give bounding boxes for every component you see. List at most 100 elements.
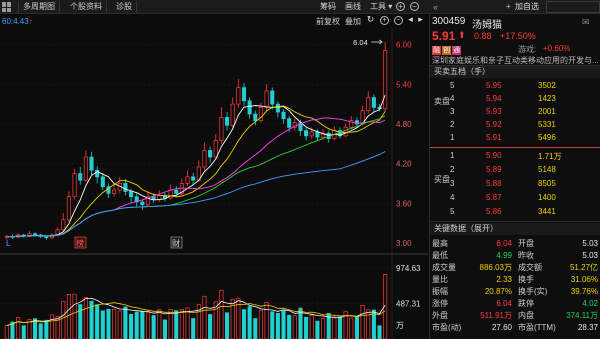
volume-bar (287, 314, 292, 339)
stock-info-button[interactable]: 个股资料 (66, 1, 107, 13)
volume-bar (106, 308, 111, 339)
volume-bar (151, 315, 156, 339)
kline-chart[interactable]: 6.00 5.40 4.80 4.20 3.60 3.00 974.63 487.31 万 6.… (0, 28, 428, 339)
candle-body (174, 189, 179, 194)
candle-body (230, 103, 235, 126)
volume-tick-label: 974.63 (396, 264, 421, 273)
volume-bar (185, 307, 190, 339)
ma60-value: 60:4.43 (2, 17, 29, 26)
candle-body (264, 90, 269, 108)
key-data-value: 5.03 (582, 239, 598, 248)
volume-bar (174, 310, 179, 339)
up-arrow-icon: ⬆ (458, 30, 466, 40)
tools-button[interactable]: 工具 ▾ (370, 1, 392, 13)
candle-body (315, 131, 320, 138)
event-marker-l: L (6, 239, 11, 248)
candle-body (157, 195, 162, 200)
bell-icon[interactable]: ✉ (582, 17, 590, 28)
chips-button[interactable]: 筹码 (320, 1, 336, 13)
candle-body (202, 150, 207, 168)
zoom-out-icon[interactable]: − (394, 16, 403, 25)
price-tick-label: 6.00 (396, 41, 412, 50)
next-arrow-icon[interactable]: ▸ (416, 15, 425, 25)
key-data-value: 20.87% (484, 287, 512, 296)
refresh-icon[interactable]: ↻ (366, 15, 375, 25)
volume-bar (304, 316, 309, 339)
sell-level: 4 (450, 94, 455, 103)
sector-label[interactable]: 游戏: (518, 44, 536, 55)
candle-body (213, 140, 218, 158)
tag-margin[interactable]: 融 (432, 46, 441, 55)
candle-body (208, 150, 213, 158)
grid-menu-icon[interactable] (2, 2, 12, 12)
stock-search-box[interactable] (546, 1, 600, 13)
high-arrow-icon (371, 39, 383, 45)
volume-bar (253, 318, 258, 339)
buy-level: 1 (450, 151, 455, 160)
volume-bar (321, 318, 326, 339)
key-data-value: 51.27亿 (569, 263, 598, 272)
prev-arrow-icon[interactable]: ◂ (406, 15, 415, 25)
candle-body (123, 183, 128, 192)
volume-bar (49, 314, 55, 339)
volume-tick-label: 487.31 (396, 300, 421, 309)
event-marker-rank: 榜 (76, 238, 84, 248)
price-tick-label: 4.80 (396, 120, 412, 129)
quote-panel: 300459 汤姆猫 ✉ 5.91 ⬆ 0.88 +17.50% 融创通 游戏:… (429, 14, 600, 339)
volume-bar (134, 311, 139, 339)
key-data-value: 511.91万 (480, 311, 512, 320)
key-data-value: 374.11万 (566, 311, 598, 320)
volume-bar (21, 325, 26, 339)
remove-circle-icon[interactable]: − (410, 2, 419, 11)
collapse-left-icon[interactable]: « (433, 1, 438, 13)
tag-chinext[interactable]: 创 (442, 46, 451, 55)
sell-price: 5.92 (486, 120, 502, 129)
key-data-value: 6.04 (496, 299, 512, 308)
candle-body (371, 97, 376, 108)
diagnose-button[interactable]: 诊股 (112, 1, 137, 13)
candle-body (247, 100, 252, 115)
overlay-toggle[interactable]: 叠加 (345, 16, 361, 27)
tag-connect[interactable]: 通 (452, 46, 461, 55)
volume-bar (202, 295, 207, 339)
buy-price: 5.87 (486, 193, 502, 202)
drawing-button[interactable]: 画线 (345, 1, 361, 13)
add-watchlist-button[interactable]: 加自选 (515, 1, 539, 13)
tools-label[interactable]: 工具 (370, 2, 386, 11)
volume-bar (129, 313, 134, 339)
ma60-up-arrow-icon: ↑ (28, 17, 33, 26)
sell-level: 3 (450, 107, 455, 116)
adjust-toggle[interactable]: 前复权 (316, 16, 340, 27)
volume-bar (225, 312, 230, 339)
zoom-in-icon[interactable]: + (380, 16, 389, 25)
price-axis: 6.00 5.40 4.80 4.20 3.60 3.00 974.63 487.31 万 (396, 41, 421, 330)
candle-body (89, 156, 94, 171)
volume-unit-label: 万 (396, 321, 404, 330)
volume-bar (44, 319, 49, 339)
sell-price: 5.94 (486, 94, 502, 103)
buy-side-label: 买盘 (434, 175, 450, 184)
add-circle-icon[interactable]: + (396, 2, 405, 11)
sell-volume: 5496 (538, 133, 556, 142)
volume-bar (61, 301, 66, 339)
price-tick-label: 3.00 (396, 239, 412, 248)
orderbook-title: 买卖五档（手） (430, 66, 600, 78)
volume-bar (349, 317, 354, 339)
volume-bar (219, 289, 224, 339)
candle-series (4, 41, 388, 240)
volume-bar (95, 304, 100, 339)
multi-period-button[interactable]: 多周期图 (18, 1, 60, 13)
add-watch-plus-icon: + (506, 2, 511, 11)
last-price: 5.91 (432, 29, 456, 43)
volume-bar (360, 304, 365, 339)
volume-bar (337, 316, 343, 339)
volume-bar (16, 317, 21, 339)
key-data-title[interactable]: 关键数据（展开） (430, 223, 600, 235)
key-data-value: 5.03 (582, 251, 598, 260)
buy-level: 5 (450, 207, 455, 216)
sell-price: 5.95 (486, 81, 502, 90)
candle-body (253, 113, 258, 122)
chart-subbar: 60:4.43↑ 前复权 叠加 ↻ + − ◂ ▸ (0, 15, 428, 28)
sell-volume: 1423 (538, 94, 556, 103)
candle-body (140, 201, 145, 205)
